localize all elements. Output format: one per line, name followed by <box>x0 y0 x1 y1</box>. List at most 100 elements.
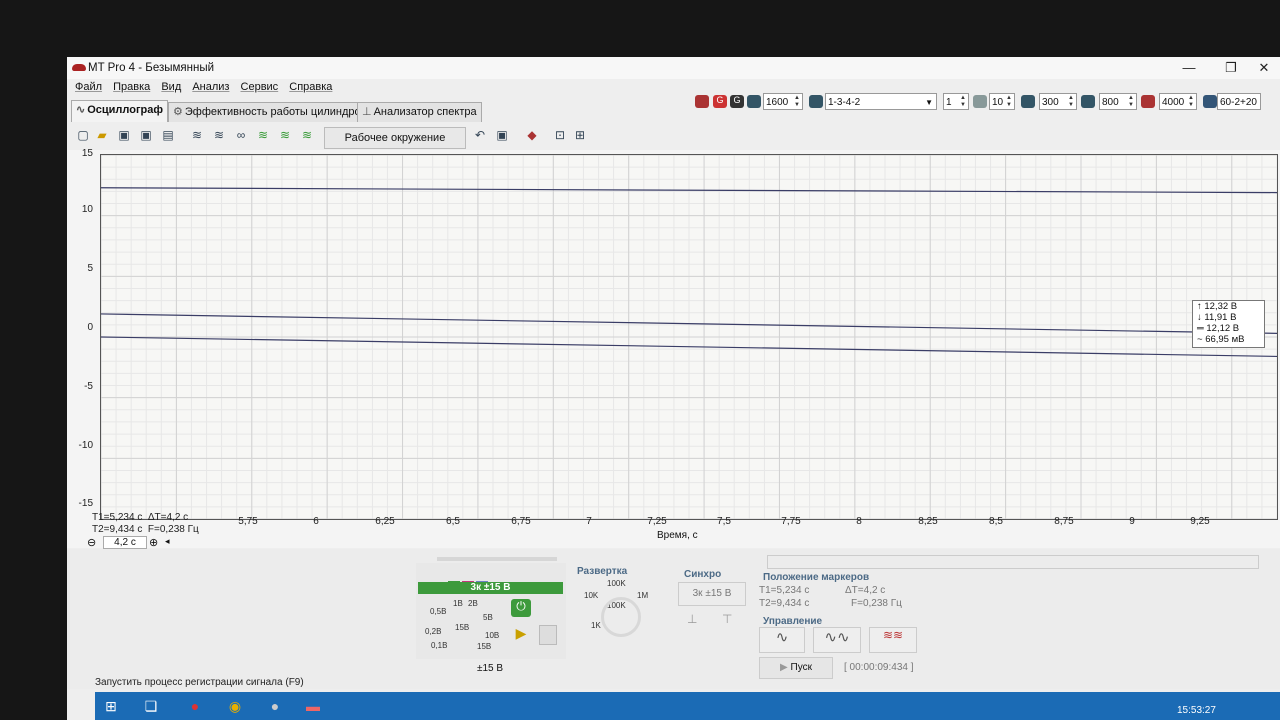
sweep-knob[interactable]: 100K 10K 1M 100K 1K <box>579 579 659 639</box>
x-tick-label: 8,75 <box>1054 516 1074 527</box>
control-panels: 1 2 3 4 5 6 7 Б F E 3к ±15 В 0,5В 1В 2В … <box>67 549 1280 689</box>
oscilloscope-area: 15 10 5 0 -5 -10 -15 ↑ 12,32 В ↓ 11,91 В… <box>67 148 1280 549</box>
firing-order-select[interactable]: 1-3-4-2 ▼ <box>825 93 937 110</box>
y-tick-label: -5 <box>84 381 93 392</box>
x-tick-label: 9 <box>1129 516 1135 527</box>
new-file-icon[interactable]: ▢ <box>76 128 90 142</box>
range-label: 1В <box>453 599 463 608</box>
waveform-icon[interactable]: ≋ <box>212 128 226 142</box>
tab-oscilloscope[interactable]: ∿ Осциллограф <box>71 100 169 122</box>
car-icon[interactable]: ◆ <box>525 128 539 142</box>
tab-spectrum-analyzer[interactable]: ⊥ Анализатор спектра <box>357 102 482 122</box>
zoom-value[interactable]: 4,2 с <box>103 536 147 549</box>
zoom-out-icon[interactable]: ⊖ <box>87 536 96 549</box>
x-tick-label: 8,25 <box>918 516 938 527</box>
menu-help[interactable]: Справка <box>289 81 332 93</box>
g-dark-icon[interactable]: G <box>730 95 744 108</box>
sweep-label: 100K <box>607 579 626 588</box>
single-wave-icon[interactable]: ∿ <box>759 627 805 653</box>
print-icon[interactable]: ▤ <box>161 128 175 142</box>
horizontal-scrollbar[interactable] <box>767 555 1259 569</box>
save-icon[interactable]: ▣ <box>495 128 509 142</box>
menu-view[interactable]: Вид <box>161 81 181 93</box>
zoom-in-icon[interactable]: ⊕ <box>149 536 158 549</box>
save-as-icon[interactable]: ▣ <box>139 128 153 142</box>
undo-icon[interactable]: ↶ <box>473 128 487 142</box>
voltage-range-knob[interactable]: 0,5В 1В 2В 5В 0,2В 15В 10В 0,1В 15В <box>425 597 505 653</box>
dial-icon <box>601 597 641 637</box>
val10-field[interactable]: 10 ▲ ▼ <box>989 93 1015 110</box>
power-icon[interactable]: ⏻ <box>511 599 531 617</box>
readout-ac-value: 66,95 мВ <box>1205 334 1245 345</box>
val300-field[interactable]: 300 ▲ ▼ <box>1039 93 1077 110</box>
loop-icon[interactable]: ∞ <box>234 128 248 142</box>
val4000-field[interactable]: 4000 ▲ ▼ <box>1159 93 1197 110</box>
spin-icon[interactable]: ▲ ▼ <box>1128 95 1135 109</box>
menu-file[interactable]: Файл <box>75 81 102 93</box>
car-icon[interactable] <box>695 95 709 108</box>
spin-icon[interactable]: ▲ ▼ <box>1006 95 1013 109</box>
spin-icon[interactable]: ▲ ▼ <box>960 95 967 109</box>
waveform-green-icon[interactable]: ≋ <box>300 128 314 142</box>
markers-title: Положение маркеров <box>763 572 870 583</box>
spin-icon[interactable]: ▲ ▼ <box>1188 95 1195 109</box>
menu-edit[interactable]: Правка <box>113 81 150 93</box>
tab-label: Эффективность работы цилиндров <box>184 106 367 118</box>
mt-pro-icon[interactable]: ▬ <box>297 695 329 717</box>
spin-icon[interactable]: ▲ ▼ <box>794 95 801 109</box>
save-icon[interactable]: ▣ <box>117 128 131 142</box>
g-icon[interactable]: G <box>713 95 727 108</box>
status-bar: Запустить процесс регистрации сигнала (F… <box>95 677 304 688</box>
minimize-button[interactable]: — <box>1177 60 1201 76</box>
plot-area[interactable] <box>100 154 1278 520</box>
chrome-icon[interactable]: ◉ <box>219 695 251 717</box>
close-button[interactable]: ✕ <box>1252 60 1276 76</box>
scroll-left-icon[interactable]: ◂ <box>165 536 170 547</box>
maximize-button[interactable]: ❐ <box>1219 60 1243 76</box>
falling-edge-icon[interactable]: ⊤ <box>722 612 732 626</box>
taskbar: ⊞ ❏ ● ◉ ● ▬ 15:53:27 <box>95 692 1280 720</box>
dt-value: ΔT=4,2 с <box>147 512 189 523</box>
gauge-icon <box>1081 95 1095 108</box>
menu-service[interactable]: Сервис <box>241 81 279 93</box>
red-wave-icon[interactable]: ≋≋ <box>869 627 917 653</box>
menu-analysis[interactable]: Анализ <box>192 81 229 93</box>
play-triangle-icon[interactable]: ▶ <box>511 625 531 643</box>
spin-icon[interactable]: ▲ ▼ <box>1068 95 1075 109</box>
x-tick-label: 6,25 <box>375 516 395 527</box>
square-button-icon[interactable] <box>539 625 557 645</box>
workspace-button[interactable]: Рабочее окружение <box>324 127 466 149</box>
open-folder-icon[interactable]: ▰ <box>95 128 109 142</box>
recording-timer: [ 00:00:09:434 ] <box>844 662 914 673</box>
windows-start-icon[interactable]: ⊞ <box>95 695 127 717</box>
app-red-icon[interactable]: ● <box>179 695 211 717</box>
zoom-grid-icon[interactable]: ⊞ <box>573 128 587 142</box>
rpm-icon <box>747 95 761 108</box>
waveform-icon[interactable]: ≋ <box>190 128 204 142</box>
rising-edge-icon[interactable]: ⊥ <box>687 612 697 626</box>
x-tick-label: 7,25 <box>647 516 667 527</box>
sync-source-button[interactable]: 3к ±15 В <box>678 582 746 606</box>
app-icon[interactable]: ● <box>259 695 291 717</box>
waveform-green-icon[interactable]: ≋ <box>256 128 270 142</box>
cylinder-field[interactable]: 1 ▲ ▼ <box>943 93 969 110</box>
ignition-field[interactable]: 60-2+20 <box>1217 93 1261 110</box>
start-button[interactable]: ▶ Пуск <box>759 657 833 679</box>
t1-value: T1=5,234 с <box>92 512 143 523</box>
y-tick-label: 5 <box>87 263 93 274</box>
menu-bar: Файл Правка Вид Анализ Сервис Справка <box>67 81 627 97</box>
waveform-green-icon[interactable]: ≋ <box>278 128 292 142</box>
chevron-down-icon: ▼ <box>925 98 933 107</box>
plot-svg <box>101 155 1277 519</box>
rpm-field[interactable]: 1600 ▲ ▼ <box>763 93 803 110</box>
multi-wave-icon[interactable]: ∿∿ <box>813 627 861 653</box>
val800-field[interactable]: 800 ▲ ▼ <box>1099 93 1137 110</box>
engine-params-bar: G G 1600 ▲ ▼ 1-3-4-2 ▼ 1 ▲ ▼ 10 ▲ ▼ 300 ▲ ▼ 800 ▲ ▼… <box>695 93 1280 115</box>
range-label: 2В <box>468 599 478 608</box>
zoom-fit-icon[interactable]: ⊡ <box>553 128 567 142</box>
window-title: MT Pro 4 - Безымянный <box>88 62 215 74</box>
x-tick-label: 5,75 <box>238 516 258 527</box>
tab-cylinder-efficiency[interactable]: ⚙ Эффективность работы цилиндров <box>168 102 372 122</box>
scrollbar[interactable] <box>437 557 557 561</box>
task-view-icon[interactable]: ❏ <box>135 695 167 717</box>
